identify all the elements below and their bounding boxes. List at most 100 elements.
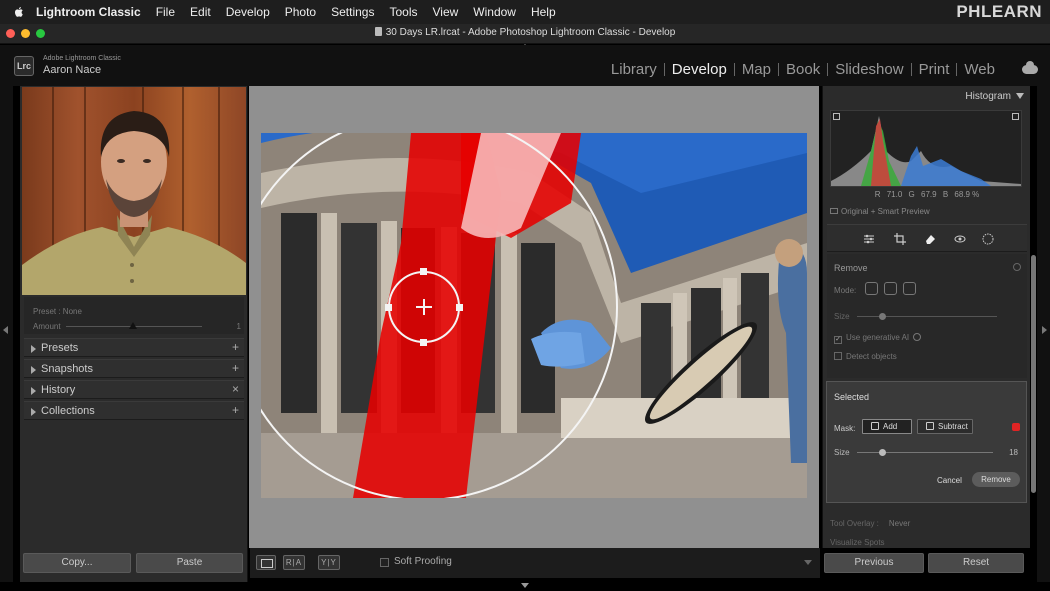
tool-overlay-row[interactable]: Tool Overlay : Never	[830, 519, 910, 528]
remove-size-knob[interactable]	[879, 313, 886, 320]
generative-ai-checkbox[interactable]: ✓	[834, 336, 842, 344]
amount-slider-knob[interactable]	[129, 322, 137, 329]
original-smart-preview-label: Original + Smart Preview	[841, 207, 930, 216]
detect-objects-option[interactable]: Detect objects	[834, 352, 897, 361]
menu-edit[interactable]: Edit	[190, 5, 211, 19]
remove-size-slider[interactable]	[857, 316, 997, 317]
menu-help[interactable]: Help	[531, 5, 556, 19]
visualize-spots-row[interactable]: Visualize Spots	[830, 538, 885, 547]
tool-overlay-value[interactable]: Never	[889, 519, 910, 528]
menu-view[interactable]: View	[432, 5, 458, 19]
soft-proofing-label: Soft Proofing	[394, 556, 452, 567]
section-collections[interactable]: Collections +	[24, 401, 244, 420]
apple-icon[interactable]	[12, 5, 26, 19]
compare-view-icon[interactable]: Y|Y	[318, 555, 340, 570]
menu-settings[interactable]: Settings	[331, 5, 374, 19]
selected-size-value[interactable]: 18	[1009, 448, 1018, 457]
crop-icon[interactable]	[894, 233, 906, 245]
collapse-triangle-icon[interactable]	[1016, 93, 1024, 99]
before-after-icon[interactable]: R|A	[283, 555, 305, 570]
compare-view-label: Y|Y	[321, 558, 337, 567]
r-label: R	[874, 190, 881, 199]
previous-button[interactable]: Previous	[824, 553, 924, 573]
section-presets-label: Presets	[41, 342, 79, 354]
add-snapshot-icon[interactable]: +	[232, 361, 239, 375]
histogram-header[interactable]: Histogram	[823, 86, 1031, 106]
left-panel-toggle-icon[interactable]	[3, 326, 8, 334]
selected-size-label: Size	[834, 448, 850, 457]
add-mask-button[interactable]: Add	[862, 419, 912, 434]
right-panel-scrollbar[interactable]	[1031, 255, 1036, 493]
right-panel-toggle-icon[interactable]	[1042, 326, 1047, 334]
eraser-icon[interactable]	[924, 233, 936, 245]
subtract-mask-button[interactable]: Subtract	[917, 419, 973, 434]
presenter-figure	[22, 111, 246, 295]
left-edge-strip[interactable]	[0, 86, 13, 582]
masking-icon[interactable]	[982, 233, 994, 245]
selected-mask-panel: Selected Mask: Add Subtract Size 18 Canc…	[826, 381, 1027, 503]
original-smart-preview: Original + Smart Preview	[830, 207, 930, 216]
add-collection-icon[interactable]: +	[232, 403, 239, 417]
heal-mode-icon[interactable]	[884, 282, 897, 295]
module-book[interactable]: Book	[779, 61, 827, 78]
panel-toggle-icon[interactable]	[1013, 263, 1021, 271]
menu-file[interactable]: File	[156, 5, 175, 19]
copy-button[interactable]: Copy...	[23, 553, 131, 573]
window-title-text: 30 Days LR.lrcat - Adobe Photoshop Light…	[385, 27, 676, 38]
generative-ai-option[interactable]: ✓ Use generative AI	[834, 333, 922, 344]
clear-history-icon[interactable]: ×	[232, 382, 239, 396]
section-snapshots[interactable]: Snapshots +	[24, 359, 244, 378]
left-panel: Preset : None Amount 1 Presets + Snapsho…	[20, 86, 248, 582]
soft-proofing-checkbox[interactable]	[380, 558, 389, 567]
section-presets[interactable]: Presets +	[24, 338, 244, 357]
remove-tool-panel: Remove Mode: Size ✓ Use generative AI Det…	[827, 254, 1027, 378]
remove-mode-icon[interactable]	[865, 282, 878, 295]
mask-color-swatch[interactable]	[1012, 423, 1020, 431]
module-library[interactable]: Library	[604, 61, 664, 78]
menu-tools[interactable]: Tools	[389, 5, 417, 19]
photo-image[interactable]	[261, 133, 807, 498]
paste-button[interactable]: Paste	[136, 553, 243, 573]
g-value: 67.9	[921, 190, 937, 199]
add-preset-icon[interactable]: +	[232, 340, 239, 354]
menu-window[interactable]: Window	[473, 5, 516, 19]
menu-app[interactable]: Lightroom Classic	[36, 5, 141, 19]
reset-button[interactable]: Reset	[928, 553, 1024, 573]
center-toolbar: R|A Y|Y Soft Proofing	[250, 548, 820, 578]
bottom-panel-toggle-icon[interactable]	[521, 583, 529, 588]
module-map[interactable]: Map	[735, 61, 778, 78]
red-eye-icon[interactable]	[954, 233, 966, 245]
section-history-label: History	[41, 384, 76, 396]
shadow-clipping-icon[interactable]	[833, 113, 840, 120]
section-history[interactable]: History ×	[24, 380, 244, 399]
subtract-mask-label: Subtract	[938, 422, 968, 431]
module-web[interactable]: Web	[957, 61, 1002, 78]
module-develop[interactable]: Develop	[665, 61, 734, 78]
detect-objects-checkbox[interactable]	[834, 352, 842, 360]
cloud-icon[interactable]	[1022, 61, 1038, 74]
selected-size-knob[interactable]	[879, 449, 886, 456]
expand-arrow-icon	[31, 345, 36, 353]
g-label: G	[908, 190, 915, 199]
b-value: 68.9 %	[954, 190, 980, 199]
selected-title: Selected	[834, 392, 870, 402]
edit-sliders-icon[interactable]	[863, 233, 875, 245]
photo-canvas[interactable]	[249, 86, 819, 548]
selected-size-slider[interactable]	[857, 452, 993, 453]
loupe-view-icon[interactable]	[256, 555, 276, 570]
amount-value: 1	[236, 322, 241, 331]
toolbar-dropdown-icon[interactable]	[804, 560, 812, 565]
cancel-button[interactable]: Cancel	[937, 476, 962, 485]
menu-photo[interactable]: Photo	[285, 5, 316, 19]
module-slideshow[interactable]: Slideshow	[828, 61, 910, 78]
remove-button[interactable]: Remove	[972, 472, 1020, 487]
highlight-clipping-icon[interactable]	[1012, 113, 1019, 120]
menu-develop[interactable]: Develop	[226, 5, 270, 19]
histogram-graph[interactable]	[830, 110, 1022, 187]
identity-app-name: Adobe Lightroom Classic	[43, 55, 121, 62]
module-print[interactable]: Print	[912, 61, 957, 78]
bottom-bar: Copy... Paste R|A Y|Y Soft Proofing Prev…	[20, 548, 1024, 578]
info-icon[interactable]	[913, 333, 922, 341]
clone-mode-icon[interactable]	[903, 282, 916, 295]
right-edge-strip[interactable]	[1037, 86, 1050, 582]
